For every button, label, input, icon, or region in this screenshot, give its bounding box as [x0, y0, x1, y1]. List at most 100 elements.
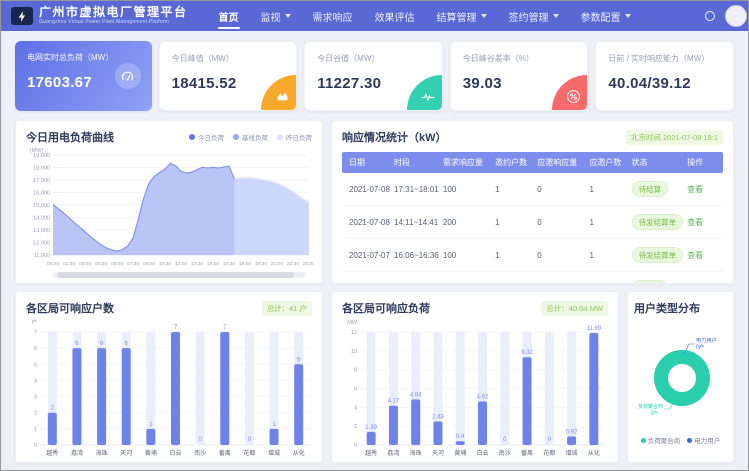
svg-text:0: 0	[354, 443, 357, 449]
svg-text:6: 6	[354, 387, 357, 393]
cell-invited: 1	[492, 272, 534, 285]
menu-item-3[interactable]: 效果评估	[364, 1, 426, 31]
svg-text:2: 2	[354, 424, 357, 430]
svg-text:0.4: 0.4	[456, 434, 465, 440]
view-link[interactable]: 查看	[687, 218, 703, 227]
logo-icon	[11, 7, 33, 25]
menu-item-0[interactable]: 首页	[208, 1, 250, 31]
legend-label: 电力用户	[694, 435, 720, 445]
cell-status: 待发结算单	[629, 206, 685, 239]
menu-item-5[interactable]: 签约管理	[498, 1, 570, 31]
load-total-badge: 总计：40.04 MW	[541, 301, 608, 316]
cell-demand: 200	[440, 272, 492, 285]
legend-dot	[233, 134, 239, 140]
user-type-donut-chart: 电力用户0户负荷聚合商3户	[634, 316, 729, 434]
app-subtitle: Guangzhou Virtual Power Plant Management…	[39, 20, 188, 26]
status-badge: 待结算	[632, 280, 669, 284]
svg-text:11.89: 11.89	[587, 326, 602, 332]
menu-item-1[interactable]: 监视	[250, 1, 302, 31]
menu-item-label: 监视	[261, 9, 281, 24]
menu-item-2[interactable]: 需求响应	[302, 1, 364, 31]
cell-status: 待结算	[629, 272, 685, 285]
households-total-badge: 总计：41 户	[262, 301, 312, 316]
avatar[interactable]	[725, 5, 747, 27]
svg-text:增城: 增城	[268, 449, 280, 457]
column-header: 状态	[629, 152, 685, 173]
svg-text:海珠: 海珠	[96, 449, 108, 457]
menu-item-label: 首页	[219, 9, 239, 24]
svg-text:南沙: 南沙	[499, 449, 511, 457]
chevron-down-icon	[285, 14, 291, 18]
svg-text:荔湾: 荔湾	[387, 449, 399, 457]
notification-icon[interactable]	[705, 11, 715, 21]
kpi-label: 日前 / 实时响应能力（MW）	[608, 53, 721, 64]
svg-text:13,000: 13,000	[33, 228, 50, 234]
svg-text:越秀: 越秀	[46, 449, 58, 457]
slider-thumb[interactable]	[57, 272, 294, 278]
gauge-icon	[115, 63, 141, 89]
menu-item-4[interactable]: 结算管理	[426, 1, 498, 31]
view-link[interactable]: 查看	[687, 284, 703, 285]
cell-responded: 0	[534, 239, 586, 272]
cell-action: 查看	[684, 173, 723, 206]
svg-text:海珠: 海珠	[410, 449, 422, 457]
kpi-card-1: 今日峰值（MW）18415.52	[159, 41, 298, 111]
households-bar-panel: 各区局可响应户数 总计：41 户 01234567户2越秀6荔湾6海珠6天河1黄…	[15, 291, 323, 463]
response-table-head-row: 日期时段需求响应量邀约户数应邀响应量应邀户数状态操作	[342, 152, 723, 173]
svg-text:4.17: 4.17	[388, 399, 400, 405]
svg-text:15,000: 15,000	[33, 203, 50, 209]
svg-text:00:00: 00:00	[47, 261, 59, 267]
kpi-value: 40.04/39.12	[608, 75, 721, 92]
cell-accepted: 1	[586, 272, 628, 285]
menu-item-label: 签约管理	[509, 9, 549, 24]
svg-text:24:00: 24:00	[303, 261, 314, 267]
cell-status: 待结算	[629, 173, 685, 206]
navbar-right	[705, 5, 738, 27]
load-bar-panel: 各区局可响应负荷 总计：40.04 MW 024681012MW1.39越秀4.…	[331, 291, 619, 463]
user-type-legend: 负荷聚合商 电力用户	[634, 435, 727, 445]
legend-label: 基线负荷	[242, 132, 268, 142]
table-row: 2021-07-0817:31~18:01100101待结算查看	[342, 173, 723, 206]
svg-text:01:30: 01:30	[63, 261, 75, 267]
table-row: 2021-07-0115:29~15:59200101待结算查看	[342, 272, 723, 285]
cell-accepted: 1	[586, 206, 628, 239]
legend-dot	[641, 438, 646, 443]
svg-text:22:30: 22:30	[287, 261, 299, 267]
menu-item-label: 需求响应	[313, 9, 353, 24]
column-header: 应邀响应量	[534, 152, 586, 173]
load-bar-chart: 024681012MW1.39越秀4.17荔湾4.84海珠2.49天河0.4黄埔…	[342, 316, 608, 458]
navbar: 广州市虚拟电厂管理平台 Guangzhou Virtual Power Plan…	[1, 1, 748, 31]
svg-text:09:00: 09:00	[143, 261, 155, 267]
legend-label: 昨日负荷	[286, 132, 312, 142]
svg-text:9.32: 9.32	[521, 350, 533, 356]
view-link[interactable]: 查看	[687, 251, 703, 260]
svg-text:电力用户: 电力用户	[696, 336, 717, 344]
legend-item-2[interactable]: 昨日负荷	[277, 132, 312, 142]
svg-text:10:30: 10:30	[159, 261, 171, 267]
menu-item-6[interactable]: 参数配置	[570, 1, 642, 31]
legend-item-1[interactable]: 基线负荷	[233, 132, 268, 142]
cell-date: 2021-07-07	[342, 239, 391, 272]
donut-legend-item-0[interactable]: 负荷聚合商	[641, 435, 681, 445]
svg-text:黄埔: 黄埔	[145, 449, 157, 457]
legend-item-0[interactable]: 今日负荷	[189, 132, 224, 142]
kpi-label: 今日峰值（MW）	[172, 53, 285, 64]
brand: 广州市虚拟电厂管理平台 Guangzhou Virtual Power Plan…	[39, 6, 188, 26]
svg-text:12:00: 12:00	[175, 261, 187, 267]
view-link[interactable]: 查看	[687, 185, 703, 194]
chart-range-slider[interactable]	[53, 272, 306, 278]
donut-legend-item-1[interactable]: 电力用户	[687, 435, 720, 445]
svg-text:03:00: 03:00	[79, 261, 91, 267]
svg-text:7: 7	[174, 325, 178, 331]
menu-item-label: 结算管理	[437, 9, 477, 24]
cell-accepted: 1	[586, 173, 628, 206]
svg-text:15:00: 15:00	[207, 261, 219, 267]
svg-text:黄埔: 黄埔	[454, 449, 466, 457]
column-header: 邀约户数	[492, 152, 534, 173]
svg-text:户: 户	[31, 318, 37, 326]
svg-text:越秀: 越秀	[365, 449, 377, 457]
cell-period: 15:29~15:59	[391, 272, 440, 285]
cell-period: 16:06~16:36	[391, 239, 440, 272]
load-curve-title: 今日用电负荷曲线	[26, 129, 114, 145]
svg-text:11,000: 11,000	[34, 253, 50, 259]
